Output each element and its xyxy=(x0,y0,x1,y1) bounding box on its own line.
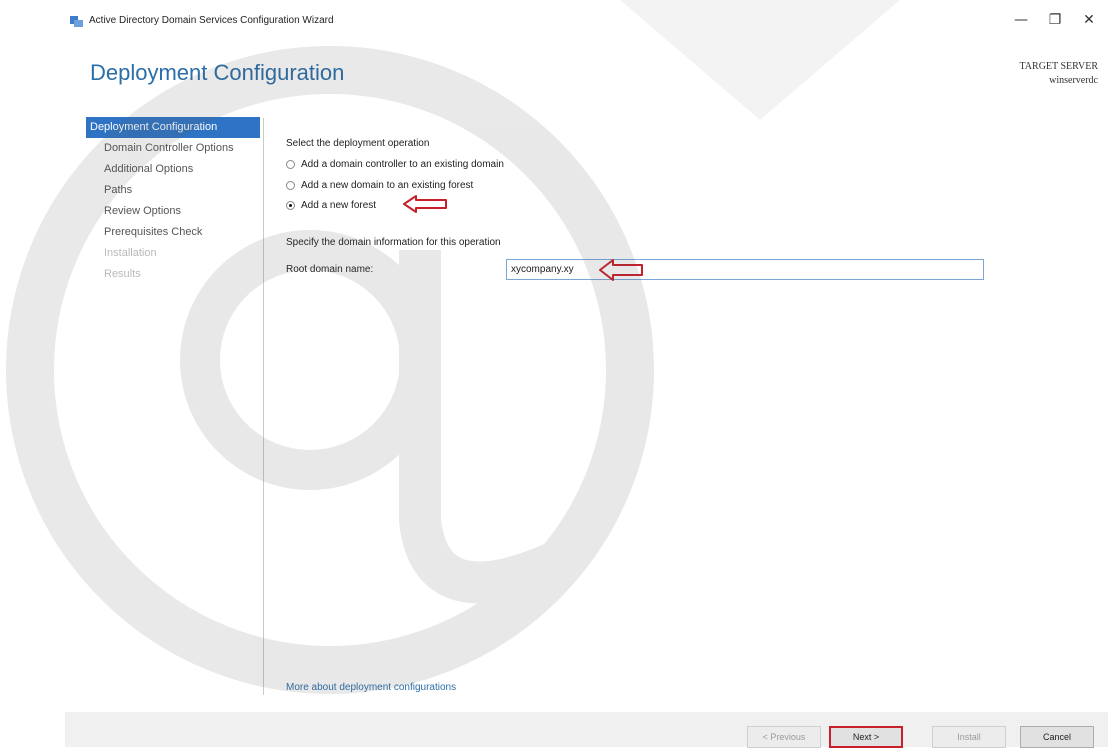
annotation-arrow-icon xyxy=(599,259,643,281)
watermark-logo xyxy=(6,0,900,694)
more-about-deployment-link[interactable]: More about deployment configurations xyxy=(286,682,456,693)
radio-label: Add a new forest xyxy=(301,200,377,211)
step-paths[interactable]: Paths xyxy=(86,180,264,201)
radio-button[interactable] xyxy=(286,201,295,210)
root-domain-label: Root domain name: xyxy=(286,264,374,275)
wizard-steps: Deployment Configuration Domain Controll… xyxy=(86,117,264,285)
step-results: Results xyxy=(104,268,141,280)
close-button[interactable]: ✕ xyxy=(1074,8,1104,32)
operation-heading: Select the deployment operation xyxy=(286,138,430,149)
radio-add-domain-existing-forest[interactable]: Add a new domain to an existing forest xyxy=(286,180,473,191)
step-domain-controller-options[interactable]: Domain Controller Options xyxy=(86,138,264,159)
page-title: Deployment Configuration xyxy=(90,60,345,85)
radio-label: Add a domain controller to an existing d… xyxy=(301,159,504,170)
radio-add-dc-existing-domain[interactable]: Add a domain controller to an existing d… xyxy=(286,159,504,170)
nav-divider xyxy=(263,118,264,695)
title-bar: Active Directory Domain Services Configu… xyxy=(0,0,1108,40)
cancel-button[interactable]: Cancel xyxy=(1020,726,1094,748)
close-icon: ✕ xyxy=(1083,12,1095,28)
radio-label: Add a new domain to an existing forest xyxy=(301,180,474,191)
step-installation: Installation xyxy=(104,247,157,259)
root-domain-input[interactable]: xycompany.xy xyxy=(506,259,984,280)
step-deployment-configuration[interactable]: Deployment Configuration xyxy=(86,117,260,138)
minimize-button[interactable]: — xyxy=(1006,8,1036,32)
maximize-icon: ❐ xyxy=(1048,12,1062,28)
previous-button[interactable]: < Previous xyxy=(747,726,821,748)
step-additional-options[interactable]: Additional Options xyxy=(86,159,264,180)
target-server-label: TARGET SERVER xyxy=(1019,61,1099,72)
domain-info-heading: Specify the domain information for this … xyxy=(286,237,501,248)
window-title: Active Directory Domain Services Configu… xyxy=(89,15,334,26)
minimize-icon: — xyxy=(1014,12,1028,28)
target-server-info: TARGET SERVER winserverdc xyxy=(1020,60,1099,88)
radio-button[interactable] xyxy=(286,160,295,169)
maximize-button[interactable]: ❐ xyxy=(1040,8,1070,32)
target-server-name: winserverdc xyxy=(1049,75,1098,86)
step-review-options[interactable]: Review Options xyxy=(86,201,264,222)
radio-add-new-forest[interactable]: Add a new forest xyxy=(286,200,376,211)
annotation-arrow-icon xyxy=(403,195,447,213)
step-prerequisites-check[interactable]: Prerequisites Check xyxy=(86,222,264,243)
install-button[interactable]: Install xyxy=(932,726,1006,748)
next-button[interactable]: Next > xyxy=(829,726,903,748)
radio-button[interactable] xyxy=(286,181,295,190)
app-icon xyxy=(70,16,83,27)
